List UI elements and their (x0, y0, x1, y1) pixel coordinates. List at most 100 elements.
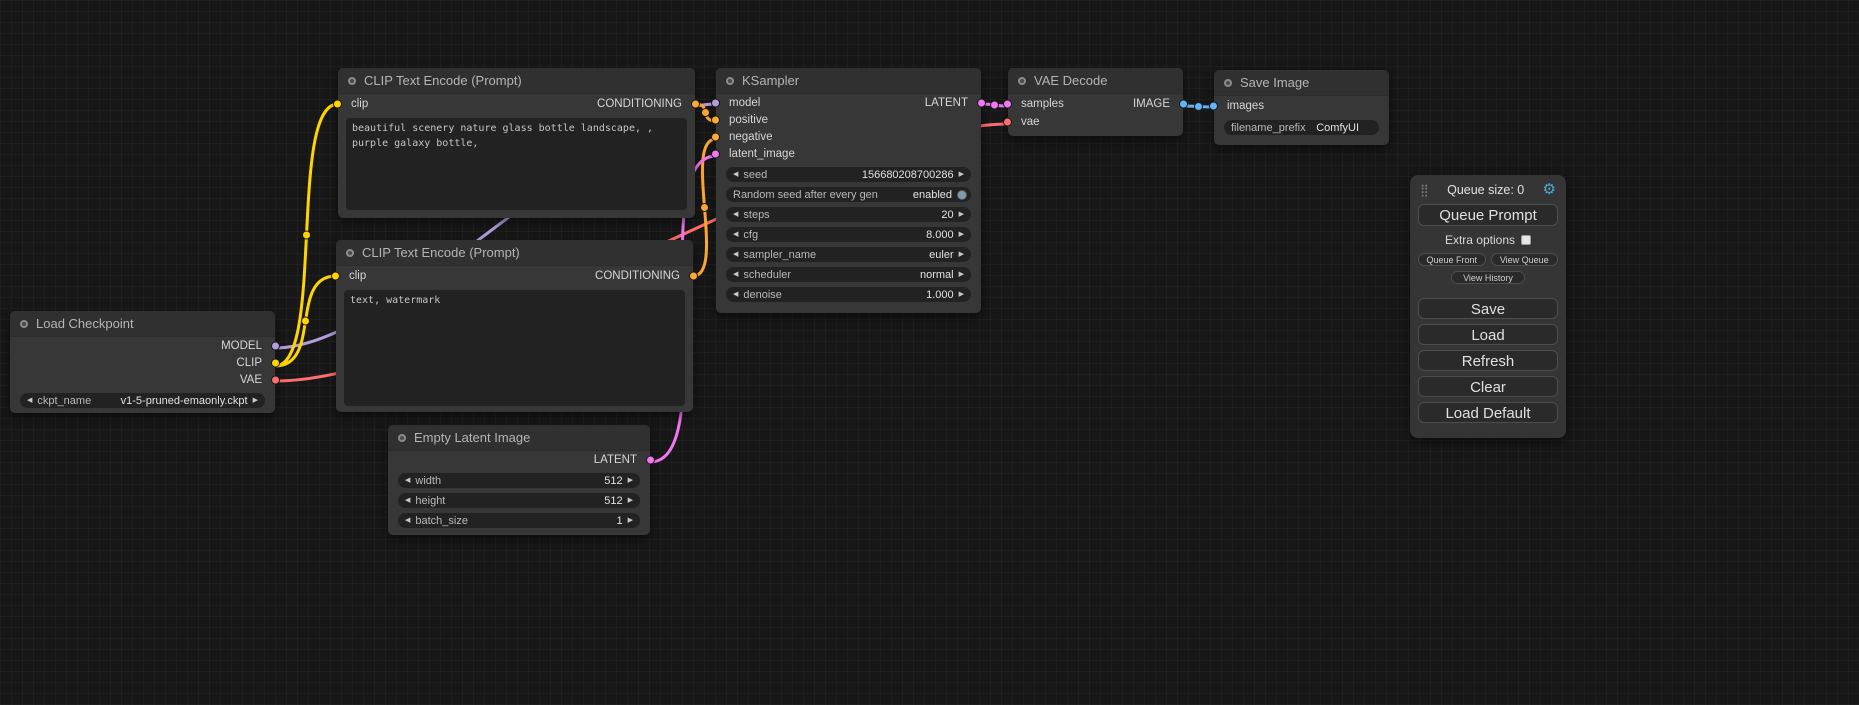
queue-front-button[interactable]: Queue Front (1418, 253, 1486, 266)
image-output-slot[interactable] (1179, 99, 1188, 108)
increment-arrow[interactable]: ▶ (628, 517, 633, 524)
node-title-bar[interactable]: VAE Decode (1008, 68, 1183, 94)
collapse-toggle[interactable] (398, 434, 406, 442)
collapse-toggle[interactable] (726, 77, 734, 85)
slot-row: vae (1008, 113, 1183, 130)
model-output-slot[interactable] (271, 341, 280, 350)
save-button[interactable]: Save (1418, 298, 1558, 319)
clip-input-slot[interactable] (333, 100, 342, 109)
increment-arrow[interactable]: ▶ (959, 171, 964, 178)
conditioning-output-slot[interactable] (689, 272, 698, 281)
widget-width[interactable]: ◀ width 512 ▶ (398, 473, 640, 488)
link-dot (302, 317, 310, 325)
increment-arrow[interactable]: ▶ (959, 271, 964, 278)
vae-output-slot[interactable] (271, 375, 280, 384)
clip-input-slot[interactable] (331, 272, 340, 281)
positive-prompt-textarea[interactable]: beautiful scenery nature glass bottle la… (346, 118, 687, 210)
vae-input-slot[interactable] (1003, 117, 1012, 126)
node-title-bar[interactable]: Empty Latent Image (388, 425, 650, 451)
node-save-image[interactable]: Save Image images filename_prefix ComfyU… (1214, 70, 1389, 145)
node-load-checkpoint[interactable]: Load Checkpoint MODEL CLIP VAE ◀ ckpt_na… (10, 311, 275, 413)
widget-label: Random seed after every gen (733, 189, 878, 201)
increment-arrow[interactable]: ▶ (959, 251, 964, 258)
decrement-arrow[interactable]: ◀ (733, 211, 738, 218)
negative-prompt-textarea[interactable]: text, watermark (344, 290, 685, 406)
latent-output-slot[interactable] (646, 455, 655, 464)
latent-output-slot[interactable] (977, 98, 986, 107)
widget-sampler-name[interactable]: ◀ sampler_name euler ▶ (726, 247, 971, 262)
increment-arrow[interactable]: ▶ (959, 211, 964, 218)
view-history-button[interactable]: View History (1451, 271, 1525, 284)
widget-height[interactable]: ◀ height 512 ▶ (398, 493, 640, 508)
node-title: Save Image (1240, 75, 1309, 90)
widget-steps[interactable]: ◀ steps 20 ▶ (726, 207, 971, 222)
collapse-toggle[interactable] (1224, 79, 1232, 87)
queue-controls-row: Queue Front View Queue (1418, 253, 1558, 266)
collapse-toggle[interactable] (20, 320, 28, 328)
widget-random-seed-toggle[interactable]: Random seed after every gen enabled (726, 187, 971, 202)
extra-options-checkbox[interactable] (1521, 235, 1531, 245)
model-input-slot[interactable] (711, 98, 720, 107)
clear-button[interactable]: Clear (1418, 376, 1558, 397)
node-title-bar[interactable]: CLIP Text Encode (Prompt) (338, 68, 695, 94)
input-label-model: model (729, 97, 760, 109)
node-graph-canvas[interactable]: Load Checkpoint MODEL CLIP VAE ◀ ckpt_na… (0, 0, 1859, 705)
collapse-toggle[interactable] (346, 249, 354, 257)
latent-image-input-slot[interactable] (711, 149, 720, 158)
input-label-clip: clip (349, 270, 366, 282)
node-clip-text-encode-negative[interactable]: CLIP Text Encode (Prompt) clip CONDITION… (336, 240, 693, 412)
widget-value: 1.000 (926, 289, 954, 301)
decrement-arrow[interactable]: ◀ (405, 517, 410, 524)
conditioning-output-slot[interactable] (691, 100, 700, 109)
refresh-button[interactable]: Refresh (1418, 350, 1558, 371)
decrement-arrow[interactable]: ◀ (733, 251, 738, 258)
increment-arrow[interactable]: ▶ (959, 231, 964, 238)
widget-scheduler[interactable]: ◀ scheduler normal ▶ (726, 267, 971, 282)
increment-arrow[interactable]: ▶ (628, 477, 633, 484)
node-empty-latent-image[interactable]: Empty Latent Image LATENT ◀ width 512 ▶ … (388, 425, 650, 535)
node-title-bar[interactable]: Save Image (1214, 70, 1389, 96)
toggle-indicator[interactable] (957, 190, 967, 200)
widget-seed[interactable]: ◀ seed 156680208700286 ▶ (726, 167, 971, 182)
positive-input-slot[interactable] (711, 115, 720, 124)
increment-arrow[interactable]: ▶ (628, 497, 633, 504)
decrement-arrow[interactable]: ◀ (733, 171, 738, 178)
node-title-bar[interactable]: Load Checkpoint (10, 311, 275, 337)
increment-arrow[interactable]: ▶ (253, 397, 258, 404)
decrement-arrow[interactable]: ◀ (405, 477, 410, 484)
widget-filename-prefix[interactable]: filename_prefix ComfyUI (1224, 120, 1379, 135)
decrement-arrow[interactable]: ◀ (733, 271, 738, 278)
node-title-bar[interactable]: CLIP Text Encode (Prompt) (336, 240, 693, 266)
decrement-arrow[interactable]: ◀ (27, 397, 32, 404)
node-title-bar[interactable]: KSampler (716, 68, 981, 94)
load-default-button[interactable]: Load Default (1418, 402, 1558, 423)
collapse-toggle[interactable] (348, 77, 356, 85)
slot-row: samples IMAGE (1008, 94, 1183, 113)
node-vae-decode[interactable]: VAE Decode samples IMAGE vae (1008, 68, 1183, 136)
widget-cfg[interactable]: ◀ cfg 8.000 ▶ (726, 227, 971, 242)
widget-denoise[interactable]: ◀ denoise 1.000 ▶ (726, 287, 971, 302)
widget-batch-size[interactable]: ◀ batch_size 1 ▶ (398, 513, 640, 528)
node-clip-text-encode-positive[interactable]: CLIP Text Encode (Prompt) clip CONDITION… (338, 68, 695, 218)
queue-prompt-button[interactable]: Queue Prompt (1418, 204, 1558, 226)
decrement-arrow[interactable]: ◀ (405, 497, 410, 504)
input-label-vae: vae (1021, 116, 1040, 128)
menu-drag-handle[interactable]: ⣿ (1420, 183, 1429, 197)
widget-value: 1 (616, 515, 622, 527)
clip-output-slot[interactable] (271, 358, 280, 367)
widget-label: seed (743, 169, 856, 181)
queue-size-label: Queue size: 0 (1447, 183, 1524, 197)
images-input-slot[interactable] (1209, 101, 1218, 110)
widget-label: width (415, 475, 599, 487)
negative-input-slot[interactable] (711, 132, 720, 141)
node-ksampler[interactable]: KSampler model LATENT positive negative … (716, 68, 981, 313)
view-queue-button[interactable]: View Queue (1491, 253, 1559, 266)
increment-arrow[interactable]: ▶ (959, 291, 964, 298)
collapse-toggle[interactable] (1018, 77, 1026, 85)
load-button[interactable]: Load (1418, 324, 1558, 345)
decrement-arrow[interactable]: ◀ (733, 291, 738, 298)
samples-input-slot[interactable] (1003, 99, 1012, 108)
decrement-arrow[interactable]: ◀ (733, 231, 738, 238)
widget-ckpt-name[interactable]: ◀ ckpt_name v1-5-pruned-emaonly.ckpt ▶ (20, 393, 265, 408)
settings-gear-icon[interactable]: ⚙ (1543, 182, 1556, 197)
